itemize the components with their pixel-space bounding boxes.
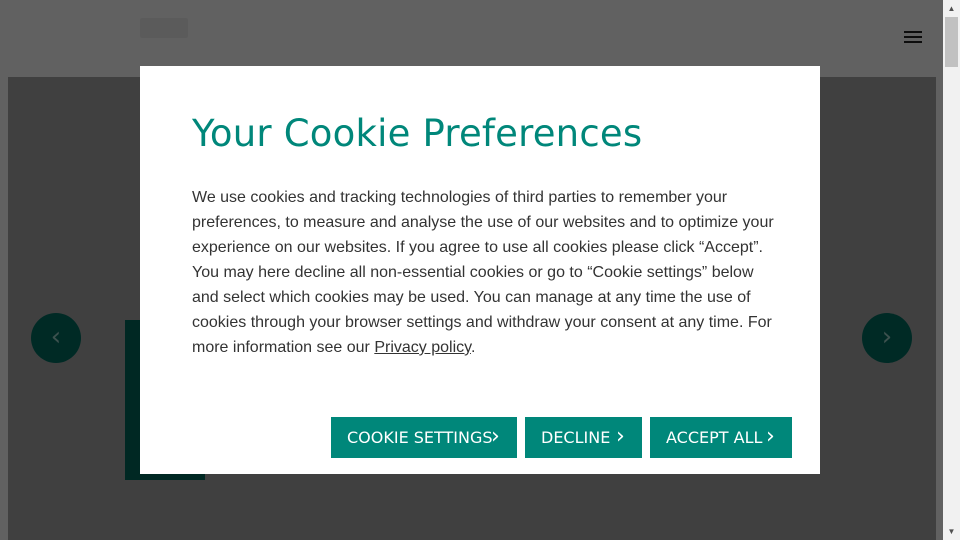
decline-label: DECLINE bbox=[541, 428, 611, 447]
dialog-title: Your Cookie Preferences bbox=[192, 112, 643, 155]
cookie-notice-end: . bbox=[470, 339, 476, 356]
scrollbar-thumb[interactable] bbox=[945, 17, 958, 67]
cookie-settings-label: COOKIE SETTINGS bbox=[347, 428, 493, 447]
chevron-right-icon: › bbox=[616, 424, 625, 449]
vertical-scrollbar[interactable]: ▲ ▼ bbox=[943, 0, 960, 540]
scroll-up-arrow-icon[interactable]: ▲ bbox=[943, 0, 960, 17]
cookie-settings-button[interactable]: COOKIE SETTINGS › bbox=[331, 417, 517, 458]
chevron-right-icon: › bbox=[766, 424, 775, 449]
privacy-policy-link[interactable]: Privacy policy bbox=[374, 339, 471, 356]
cookie-preferences-dialog: Your Cookie Preferences We use cookies a… bbox=[140, 66, 820, 474]
decline-button[interactable]: DECLINE › bbox=[525, 417, 642, 458]
dialog-body-text: We use cookies and tracking technologies… bbox=[192, 185, 778, 360]
chevron-right-icon: › bbox=[491, 424, 500, 449]
scroll-down-arrow-icon[interactable]: ▼ bbox=[943, 523, 960, 540]
accept-all-button[interactable]: ACCEPT ALL › bbox=[650, 417, 792, 458]
cookie-notice-text: We use cookies and tracking technologies… bbox=[192, 189, 774, 356]
accept-all-label: ACCEPT ALL bbox=[666, 428, 763, 447]
